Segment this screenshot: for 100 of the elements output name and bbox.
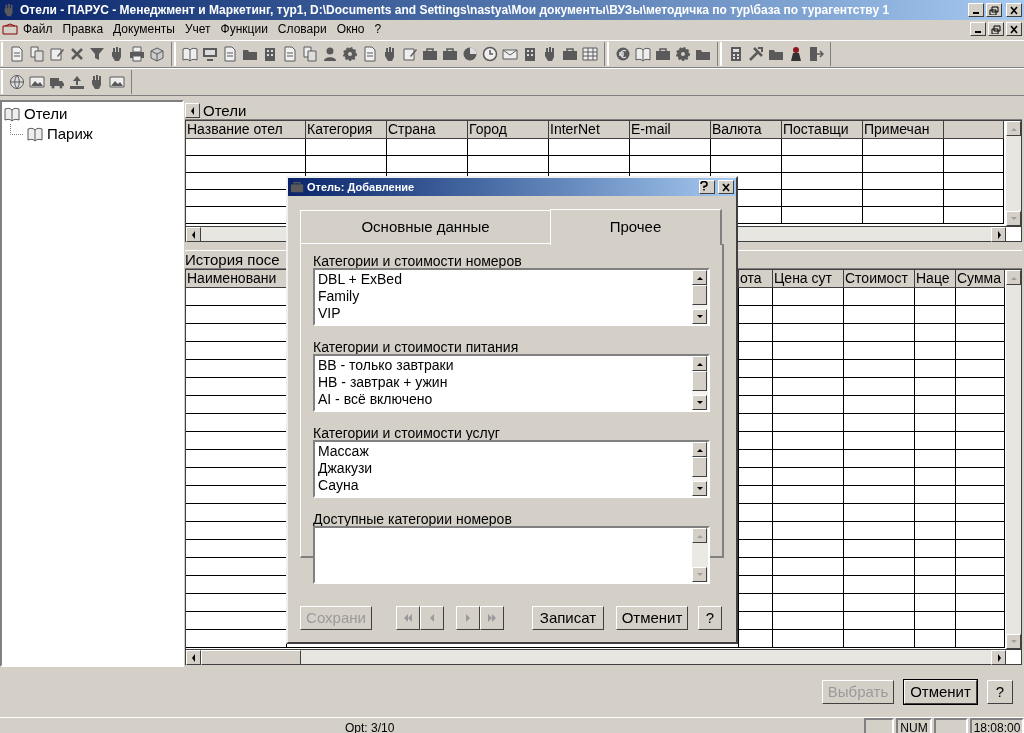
menu-item[interactable]: Функции [215,20,273,38]
book-icon[interactable] [182,46,198,62]
monitor-icon[interactable] [202,46,218,62]
scroll-down-button[interactable] [692,395,707,410]
scroll-left-button[interactable] [186,650,201,665]
globe-icon[interactable] [9,74,25,90]
button[interactable]: Отменит [904,680,977,704]
column-header[interactable] [944,121,1004,139]
button[interactable]: Записат [532,606,604,630]
picture-frame-icon[interactable] [109,74,125,90]
pie-chart-icon[interactable] [462,46,478,62]
euro-icon[interactable] [615,46,631,62]
person-icon[interactable] [322,46,338,62]
scroll-up-button[interactable] [692,270,707,285]
column-header[interactable]: Валюта [711,121,782,139]
tab[interactable]: Прочее [550,209,722,245]
menu-item[interactable]: Учет [179,20,216,38]
vertical-scrollbar[interactable] [1006,270,1021,649]
vertical-scrollbar[interactable] [692,270,708,324]
menu-item[interactable]: Правка [57,20,109,38]
vertical-scrollbar[interactable] [1006,121,1021,226]
list-item[interactable]: HB - завтрак + ужин [318,374,692,391]
scroll-down-button[interactable] [692,567,707,582]
scroll-right-button[interactable] [991,227,1006,242]
clock-icon[interactable] [482,46,498,62]
list-item[interactable]: BB - только завтраки [318,357,692,374]
scroll-thumb[interactable] [692,285,707,305]
scroll-down-button[interactable] [692,481,707,496]
copy-icon[interactable] [29,46,45,62]
close-button[interactable] [1006,22,1022,36]
picture-frame-icon[interactable] [29,74,45,90]
edit-icon[interactable] [402,46,418,62]
column-header[interactable]: Страна [387,121,468,139]
scroll-down-button[interactable] [1006,211,1021,226]
collapse-button[interactable] [185,103,200,118]
list-box[interactable]: DBL + ExBed Family VIP [313,268,710,326]
figure-icon[interactable] [788,46,804,62]
restore-button[interactable] [988,22,1004,36]
suitcase-icon[interactable] [562,46,578,62]
list-box[interactable]: BB - только завтраки HB - завтрак + ужин AI - всё включено [313,354,710,412]
button[interactable]: ? [987,680,1013,704]
list-box[interactable] [313,526,710,584]
upload-icon[interactable] [69,74,85,90]
vertical-scrollbar[interactable] [692,528,708,582]
scroll-down-button[interactable] [692,309,707,324]
app-menu-icon[interactable] [2,23,18,35]
printer-icon[interactable] [129,46,145,62]
column-header[interactable]: Наименовани [186,270,287,288]
column-header[interactable]: Город [468,121,549,139]
list-item[interactable]: VIP [318,305,692,322]
column-header[interactable]: Примечан [863,121,944,139]
scroll-thumb[interactable] [201,650,301,665]
list-item[interactable]: Джакузи [318,460,692,477]
calculator-icon[interactable] [728,46,744,62]
table-icon[interactable] [582,46,598,62]
scroll-up-button[interactable] [1006,121,1021,136]
suitcase-icon[interactable] [655,46,671,62]
envelope-icon[interactable] [502,46,518,62]
button[interactable]: Отменит [616,606,688,630]
close-button[interactable] [1006,3,1022,17]
menu-item[interactable]: Документы [108,20,180,38]
last-record-button[interactable] [480,606,504,630]
scroll-left-button[interactable] [186,227,201,242]
next-record-button[interactable] [456,606,480,630]
column-header[interactable]: E-mail [630,121,711,139]
column-header[interactable]: Категория [306,121,387,139]
list-item[interactable]: Family [318,288,692,305]
column-header[interactable]: Цена сут [773,270,844,288]
scroll-up-button[interactable] [692,356,707,371]
minimize-button[interactable] [968,3,984,17]
list-item[interactable]: DBL + ExBed [318,271,692,288]
list-item[interactable]: Массаж [318,443,692,460]
list-item[interactable]: AI - всё включено [318,391,692,408]
tab[interactable]: Основные данные [300,210,550,244]
document-icon[interactable] [9,46,25,62]
scroll-right-button[interactable] [991,650,1006,665]
list-box[interactable]: Массаж Джакузи Сауна [313,440,710,498]
first-record-button[interactable] [396,606,420,630]
column-header[interactable]: Сумма [956,270,1005,288]
scroll-up-button[interactable] [692,528,707,543]
button[interactable]: ? [698,606,722,630]
close-button[interactable] [718,180,734,194]
document-icon[interactable] [282,46,298,62]
scroll-up-button[interactable] [1006,270,1021,285]
building-icon[interactable] [262,46,278,62]
copy-icon[interactable] [302,46,318,62]
scroll-up-button[interactable] [692,442,707,457]
box-icon[interactable] [149,46,165,62]
scroll-thumb[interactable] [692,371,707,391]
minimize-button[interactable] [970,22,986,36]
menu-item[interactable]: ? [369,20,387,38]
column-header[interactable]: InterNet [549,121,630,139]
list-item[interactable]: Сауна [318,477,692,494]
gear-icon[interactable] [342,46,358,62]
gear-icon[interactable] [675,46,691,62]
edit-icon[interactable] [49,46,65,62]
menu-item[interactable]: Окно [331,20,370,38]
funnel-icon[interactable] [89,46,105,62]
suitcase-icon[interactable] [442,46,458,62]
delete-icon[interactable] [69,46,85,62]
